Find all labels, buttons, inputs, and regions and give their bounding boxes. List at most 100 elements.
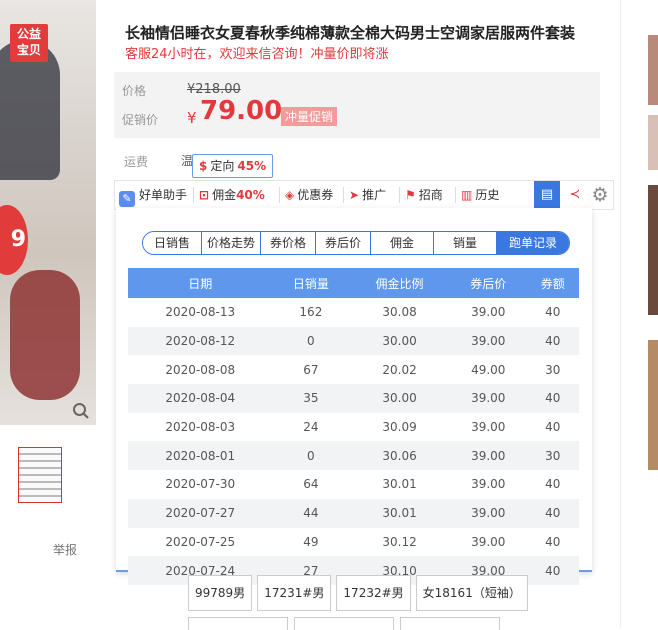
tab-after-coupon-price[interactable]: 券后价 (316, 232, 371, 254)
currency-symbol: ¥ (187, 109, 197, 127)
daily-sales-cell: 162 (272, 298, 350, 327)
gear-icon[interactable]: ⚙ (589, 183, 611, 207)
table-row: 2020-07-30 64 30.01 39.00 40 (128, 470, 579, 499)
daily-sales-cell: 44 (272, 498, 350, 528)
table-row: 2020-07-27 44 30.01 39.00 40 (128, 498, 579, 528)
column-header-daily-sales: 日销量 (272, 268, 350, 298)
commission-rate-cell: 30.08 (349, 298, 450, 327)
daily-sales-cell: 0 (272, 441, 350, 471)
tab-commission[interactable]: 佣金 (371, 232, 434, 254)
daily-sales-cell: 67 (272, 355, 350, 385)
size-options-next-row (188, 617, 500, 630)
coupon-amount-cell: 40 (526, 556, 579, 585)
image-figure (10, 270, 80, 400)
size-option[interactable]: 女18161（短袖） (415, 575, 528, 611)
after-coupon-price-cell: 39.00 (449, 298, 527, 327)
date-cell: 2020-08-08 (128, 355, 273, 385)
toolbar-separator (343, 187, 344, 203)
directed-label: 定向 (210, 159, 235, 173)
coupon-amount-cell: 30 (526, 441, 579, 471)
after-coupon-price-cell: 39.00 (449, 412, 527, 442)
coupon-amount-cell: 40 (526, 470, 579, 499)
side-recommendation-image[interactable] (648, 115, 658, 170)
product-thumbnail[interactable] (18, 447, 62, 503)
column-header-coupon-amount: 券额 (526, 268, 579, 298)
send-icon: ➤ (349, 188, 360, 202)
charity-badge: 公益 宝贝 (10, 24, 48, 62)
tab-price-trend[interactable]: 价格走势 (202, 232, 261, 254)
commission-rate-cell: 30.01 (349, 470, 450, 499)
side-recommendation-image[interactable] (648, 35, 658, 105)
tab-daily-sales[interactable]: 日销售 (143, 232, 202, 254)
search-icon[interactable] (72, 402, 90, 420)
image-price-fragment: 9 (0, 205, 28, 275)
commission-rate-cell: 30.00 (349, 384, 450, 413)
table-row: 2020-07-25 49 30.12 39.00 40 (128, 527, 579, 557)
promote-button[interactable]: ➤ 推广 (349, 181, 386, 209)
date-cell: 2020-07-27 (128, 498, 273, 528)
shipping-label: 运费 (124, 155, 149, 169)
date-cell: 2020-08-03 (128, 412, 273, 442)
merchant-button[interactable]: ⚑ 招商 (405, 181, 443, 209)
commission-label: 佣金 (212, 188, 237, 202)
directed-commission-tip[interactable]: $ 定向 45% (192, 154, 274, 178)
after-coupon-price-cell: 39.00 (449, 441, 527, 471)
product-subtitle: 客服24小时在，欢迎来信咨询！冲量价即将涨 (125, 47, 389, 62)
commission-rate-cell: 30.00 (349, 326, 450, 356)
column-header-after-coupon-price: 券后价 (449, 268, 527, 298)
order-records-table: 日期 日销量 佣金比例 券后价 券额 2020-08-13 162 30.08 39.… (128, 268, 579, 585)
date-cell: 2020-08-01 (128, 441, 273, 471)
size-option[interactable] (400, 617, 500, 630)
table-row: 2020-08-04 35 30.00 39.00 40 (128, 384, 579, 413)
column-header-commission-rate: 佣金比例 (349, 268, 450, 298)
commission-button[interactable]: ⊡ 佣金40% (199, 181, 265, 209)
coupon-amount-cell: 30 (526, 355, 579, 385)
document-icon[interactable]: ▤ (534, 181, 560, 209)
coupon-button[interactable]: ◈ 优惠券 (285, 181, 333, 209)
date-cell: 2020-08-12 (128, 326, 273, 356)
bar-chart-icon: ▥ (461, 188, 473, 202)
table-row: 2020-08-03 24 30.09 39.00 40 (128, 412, 579, 442)
toolbar-separator (279, 187, 280, 203)
promo-price: 79.00 (200, 96, 283, 126)
directed-percent: 45% (237, 159, 267, 173)
date-cell: 2020-07-25 (128, 527, 273, 557)
side-recommendation-image[interactable] (648, 340, 658, 470)
coupon-amount-cell: 40 (526, 527, 579, 557)
size-option[interactable]: 17231#男 (257, 575, 332, 611)
commission-percent: 40% (236, 188, 265, 202)
helper-button[interactable]: ✎ 好单助手 (119, 181, 187, 209)
tab-sales-volume[interactable]: 销量 (434, 232, 497, 254)
tab-coupon-price[interactable]: 券价格 (261, 232, 316, 254)
date-cell: 2020-08-13 (128, 298, 273, 327)
daily-sales-cell: 49 (272, 527, 350, 557)
coupon-amount-cell: 40 (526, 384, 579, 413)
tab-order-records[interactable]: 跑单记录 (497, 232, 569, 254)
commission-rate-cell: 30.09 (349, 412, 450, 442)
commission-rate-cell: 30.12 (349, 527, 450, 557)
coupon-amount-cell: 40 (526, 298, 579, 327)
history-button[interactable]: ▥ 历史 (461, 181, 499, 209)
size-option[interactable]: 99789男 (188, 575, 253, 611)
size-option[interactable] (188, 617, 288, 630)
report-link[interactable]: 举报 (53, 541, 77, 558)
size-option[interactable]: 17232#男 (336, 575, 411, 611)
after-coupon-price-cell: 39.00 (449, 498, 527, 528)
daily-sales-cell: 0 (272, 326, 350, 356)
size-option[interactable] (294, 617, 394, 630)
toolbar-separator (455, 187, 456, 203)
daily-sales-cell: 24 (272, 412, 350, 442)
side-recommendation-image[interactable] (648, 185, 658, 315)
toolbar-separator (399, 187, 400, 203)
date-cell: 2020-07-30 (128, 470, 273, 499)
toolbar-separator (193, 187, 194, 203)
after-coupon-price-cell: 39.00 (449, 527, 527, 557)
flag-icon: ⚑ (405, 188, 416, 202)
coupon-amount-cell: 40 (526, 326, 579, 356)
share-icon[interactable]: ≺ (565, 181, 585, 209)
table-row: 2020-08-12 0 30.00 39.00 40 (128, 326, 579, 356)
helper-logo-icon: ✎ (119, 191, 135, 207)
daily-sales-cell: 35 (272, 384, 350, 413)
ticket-icon: ⊡ (199, 188, 210, 202)
history-label: 历史 (475, 188, 500, 202)
